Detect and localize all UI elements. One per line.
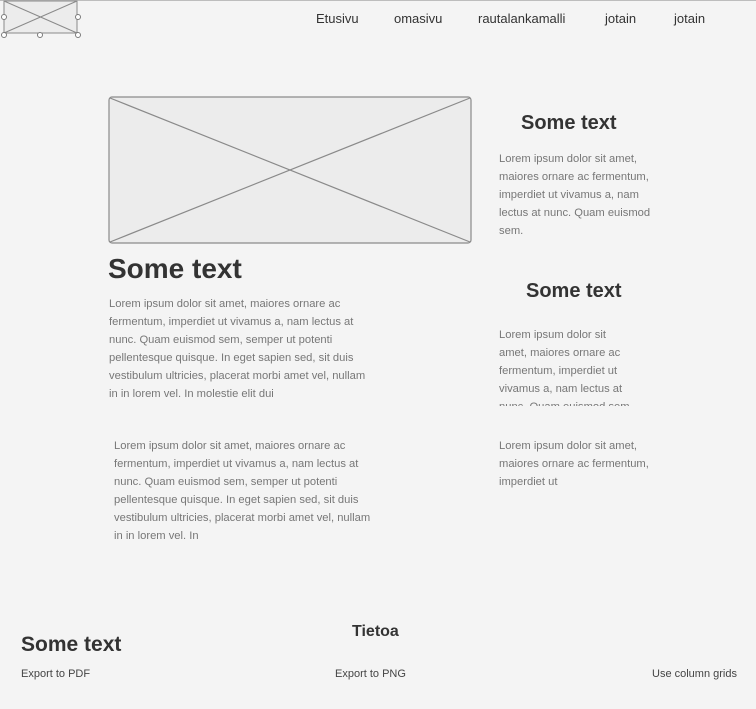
main-paragraph-2: Lorem ipsum dolor sit amet, maiores orna…	[114, 440, 371, 542]
nav-item-rautalankamalli[interactable]: rautalankamalli	[478, 11, 565, 26]
nav-item-etusivu[interactable]: Etusivu	[316, 11, 359, 26]
resize-handle-bottom-right[interactable]	[75, 32, 81, 38]
nav-item-jotain-1[interactable]: jotain	[605, 11, 636, 26]
main-heading: Some text	[108, 253, 242, 284]
footer-center-heading: Tietoa	[352, 623, 399, 640]
aside-text-3: Lorem ipsum dolor sit amet, maiores orna…	[499, 440, 649, 488]
column-grids-link[interactable]: Use column grids	[652, 668, 737, 680]
aside-text-2: Lorem ipsum dolor sit amet, maiores orna…	[499, 329, 633, 406]
nav-item-omasivu[interactable]: omasivu	[394, 11, 442, 26]
resize-handle-left[interactable]	[1, 14, 7, 20]
resize-handle-bottom-left[interactable]	[1, 32, 7, 38]
aside-heading-1: Some text	[521, 112, 617, 134]
top-border	[0, 0, 756, 1]
footer-heading: Some text	[21, 633, 122, 656]
export-png-link[interactable]: Export to PNG	[335, 668, 406, 680]
nav-item-jotain-2[interactable]: jotain	[674, 11, 705, 26]
aside-heading-2: Some text	[526, 280, 622, 302]
image-placeholder-icon	[3, 0, 78, 34]
logo-placeholder[interactable]	[3, 0, 78, 34]
image-placeholder-icon	[108, 96, 472, 244]
main-paragraph: Lorem ipsum dolor sit amet, maiores orna…	[109, 298, 366, 400]
aside-text-1: Lorem ipsum dolor sit amet, maiores orna…	[499, 153, 651, 237]
hero-image-placeholder	[108, 96, 473, 245]
resize-handle-bottom[interactable]	[37, 32, 43, 38]
resize-handle-right[interactable]	[75, 14, 81, 20]
export-pdf-link[interactable]: Export to PDF	[21, 668, 90, 680]
